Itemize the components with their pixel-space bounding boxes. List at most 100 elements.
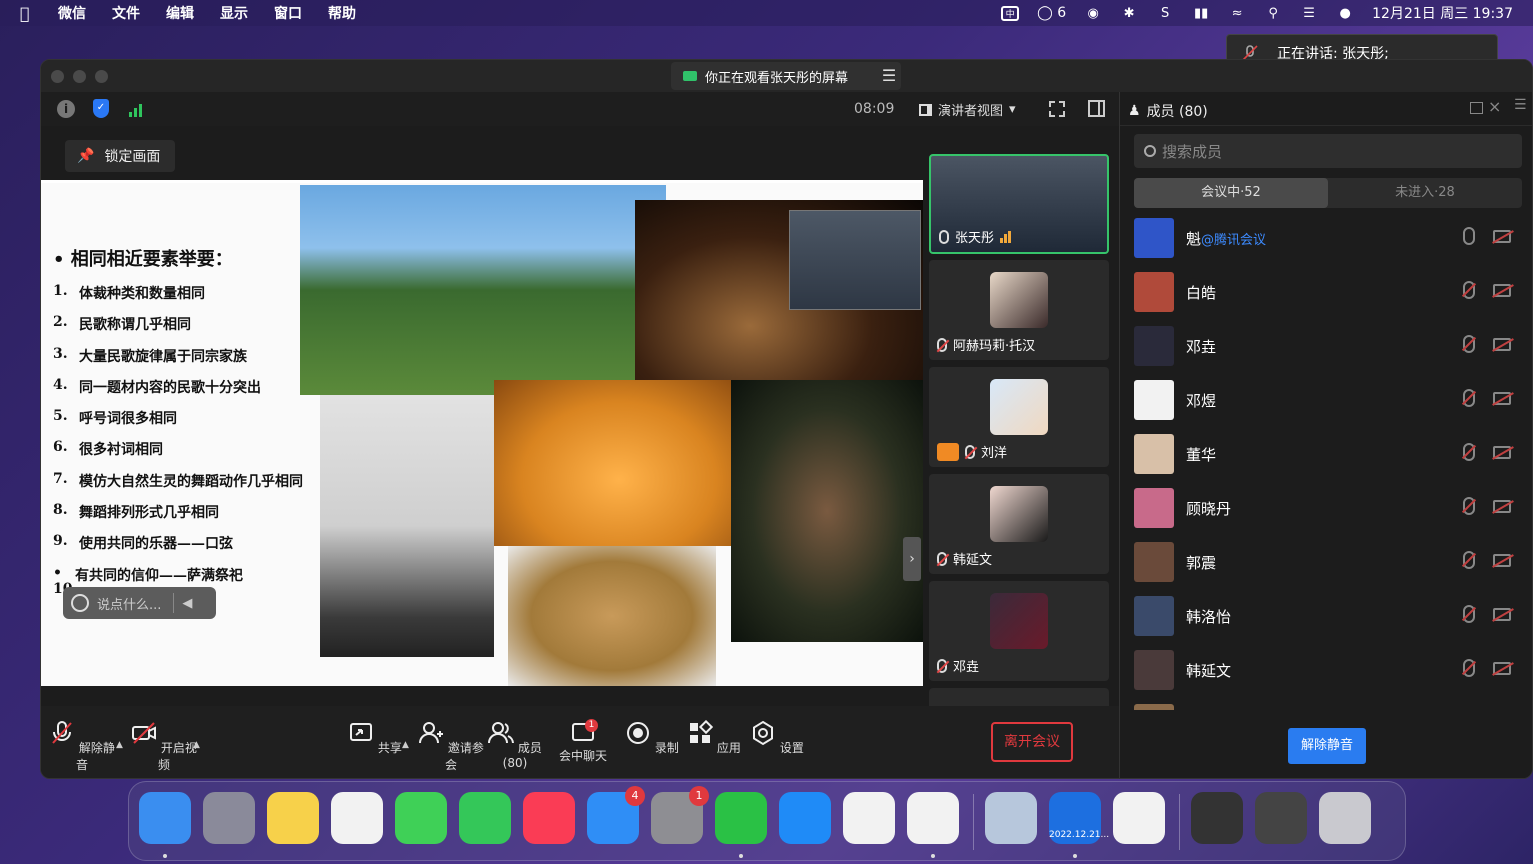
quick-chat-input[interactable]: 说点什么... ◀: [63, 587, 216, 619]
menu-file[interactable]: 文件: [112, 3, 140, 23]
share-options-chevron-icon[interactable]: ▲: [402, 740, 409, 750]
wifi-icon[interactable]: ≈: [1228, 5, 1246, 21]
member-row[interactable]: 顾晓丹: [1120, 482, 1532, 536]
finder-icon[interactable]: [139, 792, 191, 844]
member-row[interactable]: 邓煜: [1120, 374, 1532, 428]
window-thumb-2-icon[interactable]: [1255, 792, 1307, 844]
video-tile-active[interactable]: 张天彤: [929, 154, 1109, 254]
video-tile[interactable]: 刘洋: [929, 367, 1109, 467]
video-tile[interactable]: 韩延文: [929, 474, 1109, 574]
lock-screen-button[interactable]: 📌 锁定画面: [65, 140, 175, 172]
menu-view[interactable]: 显示: [220, 3, 248, 23]
mic-muted-icon[interactable]: [1463, 659, 1475, 677]
mic-icon[interactable]: [1463, 227, 1475, 245]
emoji-icon[interactable]: [71, 594, 89, 612]
camera-off-icon[interactable]: [1493, 554, 1511, 567]
photos-icon[interactable]: [331, 792, 383, 844]
member-row[interactable]: 胡菲: [1120, 698, 1532, 710]
camera-off-icon[interactable]: [1493, 284, 1511, 297]
camera-off-icon[interactable]: [1493, 446, 1511, 459]
share-banner[interactable]: 你正在观看张天彤的屏幕: [671, 62, 901, 90]
unmute-button[interactable]: 解除静音: [47, 720, 117, 773]
mic-muted-icon[interactable]: [1463, 281, 1475, 299]
info-icon[interactable]: i: [57, 100, 75, 118]
zoom-window-button[interactable]: [95, 70, 108, 83]
view-mode-dropdown[interactable]: 演讲者视图 ▾: [919, 100, 1016, 119]
menu-edit[interactable]: 编辑: [166, 3, 194, 23]
mic-muted-icon[interactable]: [1463, 551, 1475, 569]
menu-app-name[interactable]: 微信: [58, 3, 86, 23]
next-page-button[interactable]: ›: [903, 537, 921, 581]
apple-icon[interactable]: : [20, 4, 40, 23]
settings-icon[interactable]: 1: [651, 786, 709, 844]
tab-not-joined[interactable]: 未进入·28: [1328, 178, 1522, 208]
video-tile[interactable]: 阿赫玛莉·托汉: [929, 260, 1109, 360]
camera-off-icon[interactable]: [1493, 608, 1511, 621]
fullscreen-icon[interactable]: [1049, 101, 1065, 117]
mic-muted-icon[interactable]: [1463, 605, 1475, 623]
menu-window[interactable]: 窗口: [274, 3, 302, 23]
camera-off-icon[interactable]: [1493, 500, 1511, 513]
wechat-icon[interactable]: [715, 792, 767, 844]
quote-status[interactable]: ◯ 6: [1037, 5, 1066, 21]
camera-off-icon[interactable]: [1493, 338, 1511, 351]
settings-button[interactable]: 设置: [742, 720, 812, 756]
screenshot-file-icon[interactable]: 2022.12.21...: [1049, 792, 1109, 844]
battery-icon[interactable]: ▮▮: [1192, 5, 1210, 21]
wps-icon[interactable]: [843, 792, 895, 844]
member-row[interactable]: 郭震: [1120, 536, 1532, 590]
tencent-meeting-icon[interactable]: [907, 792, 959, 844]
member-row[interactable]: 董华: [1120, 428, 1532, 482]
preview-icon[interactable]: [985, 792, 1037, 844]
mic-muted-icon[interactable]: [1463, 335, 1475, 353]
launchpad-icon[interactable]: [203, 792, 255, 844]
facetime-icon[interactable]: [459, 792, 511, 844]
music-icon[interactable]: [523, 792, 575, 844]
unmute-all-button[interactable]: 解除静音: [1288, 728, 1366, 764]
member-row[interactable]: 韩洛怡: [1120, 590, 1532, 644]
menubar-datetime[interactable]: 12月21日 周三 19:37: [1372, 3, 1513, 23]
mic-muted-icon[interactable]: [1463, 443, 1475, 461]
camera-off-icon[interactable]: [1493, 662, 1511, 675]
popout-icon[interactable]: [1470, 102, 1483, 114]
notes-icon[interactable]: [267, 792, 319, 844]
tab-in-meeting[interactable]: 会议中·52: [1134, 178, 1328, 208]
video-tile[interactable]: 邓垚: [929, 581, 1109, 681]
record-button[interactable]: 录制: [617, 720, 687, 756]
trash-icon[interactable]: [1319, 792, 1371, 844]
start-video-button[interactable]: 开启视频: [129, 720, 199, 773]
appstore-icon[interactable]: 4: [587, 786, 645, 844]
invite-button[interactable]: 邀请参会: [416, 720, 486, 773]
menu-help[interactable]: 帮助: [328, 3, 356, 23]
leave-meeting-button[interactable]: 离开会议: [991, 722, 1073, 762]
camera-off-icon[interactable]: [1493, 392, 1511, 405]
audio-options-chevron-icon[interactable]: ▲: [116, 740, 123, 750]
shared-screen[interactable]: • 相同相近要素举要： 1. 体裁种类和数量相同 2. 民歌称谓几乎相同 3. 大量民…: [41, 180, 923, 686]
input-method-icon[interactable]: 中: [1001, 5, 1020, 21]
member-row[interactable]: 韩延文: [1120, 644, 1532, 698]
wechat-menubar-icon[interactable]: ◉: [1084, 5, 1102, 21]
bluetooth-icon[interactable]: ✱: [1120, 5, 1138, 21]
messages-icon[interactable]: [395, 792, 447, 844]
members-button[interactable]: 成员(80): [480, 720, 550, 770]
mic-muted-icon[interactable]: [1463, 389, 1475, 407]
chevron-left-icon[interactable]: ◀: [182, 596, 192, 611]
chat-button[interactable]: 1 会中聊天: [548, 719, 618, 764]
member-row[interactable]: 白皓: [1120, 266, 1532, 320]
s-app-icon[interactable]: S: [1156, 5, 1174, 21]
siri-icon[interactable]: ●: [1336, 5, 1354, 21]
minimize-window-button[interactable]: [73, 70, 86, 83]
video-options-chevron-icon[interactable]: ▲: [193, 740, 200, 750]
close-icon[interactable]: ×: [1488, 97, 1501, 116]
network-signal-icon[interactable]: [129, 101, 145, 117]
camera-off-icon[interactable]: [1493, 230, 1511, 243]
share-screen-button[interactable]: 共享: [340, 720, 410, 756]
apps-button[interactable]: 应用: [679, 719, 749, 756]
close-window-button[interactable]: [51, 70, 64, 83]
wps-doc-icon[interactable]: [1113, 792, 1165, 844]
member-row[interactable]: 魁@腾讯会议: [1120, 212, 1532, 266]
sidebar-layout-icon[interactable]: [1088, 100, 1105, 117]
mic-muted-icon[interactable]: [1463, 497, 1475, 515]
control-center-icon[interactable]: ☰: [1300, 5, 1318, 21]
share-menu-icon[interactable]: ☰: [877, 64, 901, 88]
